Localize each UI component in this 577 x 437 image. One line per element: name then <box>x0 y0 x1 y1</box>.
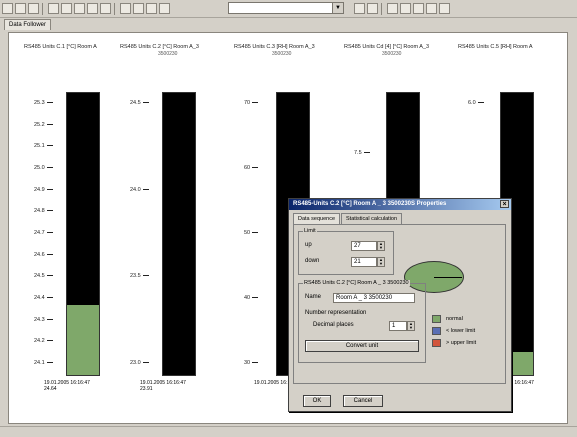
properties-dialog: RS485-Units C.2 [°C] Room A _ 3 3500230S… <box>288 198 512 412</box>
chart-icon[interactable] <box>87 3 98 14</box>
arrow-left-icon[interactable] <box>387 3 398 14</box>
column-subtitle: 3500230 <box>382 51 402 57</box>
chevron-down-icon[interactable]: ▼ <box>332 3 343 13</box>
up-label: up <box>305 242 312 248</box>
bar-fill <box>67 304 99 375</box>
convert-unit-button[interactable]: Convert unit <box>305 340 419 352</box>
tick-label: 70 <box>244 100 258 106</box>
legend-swatch <box>432 315 441 323</box>
layout-icon[interactable] <box>159 3 170 14</box>
filter-icon[interactable] <box>354 3 365 14</box>
decimal-places-label: Decimal places <box>313 322 354 328</box>
decimal-spinner[interactable]: ▲ ▼ <box>407 321 415 331</box>
name-field[interactable]: Room A _ 3 3500230 <box>333 293 415 303</box>
column-bar[interactable] <box>162 92 196 376</box>
pie-needle <box>434 277 462 278</box>
toolbar-separator <box>381 3 382 15</box>
ok-button[interactable]: OK <box>303 395 331 407</box>
tick-label: 50 <box>244 230 258 236</box>
limit-group: Limit up 27 ▲ ▼ down 21 ▲ ▼ <box>298 228 394 275</box>
tick-label: 24.5 <box>34 273 53 279</box>
tick-label: 24.4 <box>34 295 53 301</box>
tick-label: 23.0 <box>130 360 149 366</box>
binoculars-icon[interactable] <box>120 3 131 14</box>
dialog-title-bar[interactable]: RS485-Units C.2 [°C] Room A _ 3 3500230S… <box>289 199 511 210</box>
table-icon[interactable] <box>100 3 111 14</box>
window-icon[interactable] <box>146 3 157 14</box>
tick-label: 25.3 <box>34 100 53 106</box>
bar-timestamp: 24.64 <box>44 386 57 392</box>
close-icon[interactable]: × <box>500 200 509 208</box>
column-title: RS485 Units C.5 [RH] Room A <box>458 44 533 50</box>
column-title: RS485 Units Cd [4] [°C] Room A_3 <box>344 44 430 50</box>
up-field[interactable]: 27 <box>351 241 377 251</box>
bar-timestamp: 23.91 <box>140 386 153 392</box>
column-title: RS485 Units C.2 [°C] Room A_3 <box>120 44 199 50</box>
legend-label: normal <box>446 316 463 322</box>
dialog-title: RS485-Units C.2 [°C] Room A _ 3 3500230S… <box>293 201 447 207</box>
legend-swatch <box>432 327 441 335</box>
status-bar <box>0 426 577 437</box>
name-label: Name <box>305 294 322 300</box>
tick-label: 6.0 <box>468 100 484 106</box>
tick-label: 24.0 <box>130 187 149 193</box>
column-subtitle: 3500230 <box>272 51 292 57</box>
zoom-icon[interactable] <box>61 3 72 14</box>
tabbar: Data Follower <box>0 18 577 30</box>
down-label: down <box>305 258 320 264</box>
device-group-label: RS485 Units C.2 [°C] Room A _ 3 3500230 <box>303 280 410 286</box>
tick-label: 24.3 <box>34 317 53 323</box>
tick-label: 24.2 <box>34 338 53 344</box>
tick-label: 40 <box>244 295 258 301</box>
stop-icon[interactable] <box>426 3 437 14</box>
device-group: RS485 Units C.2 [°C] Room A _ 3 3500230 … <box>298 280 426 363</box>
tick-label: 24.9 <box>34 187 53 193</box>
tick-label: 7.5 <box>354 150 370 156</box>
tick-label: 25.0 <box>34 165 53 171</box>
tick-label: 30 <box>244 360 258 366</box>
refresh-icon[interactable] <box>413 3 424 14</box>
grid-icon[interactable] <box>133 3 144 14</box>
dialog-panel: Limit up 27 ▲ ▼ down 21 ▲ ▼ RS485 Units C.… <box>293 224 506 384</box>
tick-label: 25.1 <box>34 143 53 149</box>
column-bar[interactable] <box>66 92 100 376</box>
tab-data-follower[interactable]: Data Follower <box>4 19 52 30</box>
cursor-icon[interactable] <box>48 3 59 14</box>
limit-group-label: Limit <box>303 228 317 234</box>
new-icon[interactable] <box>2 3 13 14</box>
tick-label: 24.7 <box>34 230 53 236</box>
tick-label: 60 <box>244 165 258 171</box>
toolbar: ▼ <box>0 0 577 18</box>
toolbar-separator <box>114 2 115 15</box>
column-subtitle: 3500230 <box>158 51 178 57</box>
help-icon[interactable] <box>439 3 450 14</box>
tick-label: 24.5 <box>130 100 149 106</box>
tick-label: 25.2 <box>34 122 53 128</box>
tick-label: 23.5 <box>130 273 149 279</box>
number-representation-label: Number representation <box>305 310 367 316</box>
cancel-button[interactable]: Cancel <box>343 395 383 407</box>
view-select[interactable]: ▼ <box>228 2 344 14</box>
legend-label: > upper limit <box>446 340 477 346</box>
open-icon[interactable] <box>15 3 26 14</box>
legend-swatch <box>432 339 441 347</box>
toolbar-separator <box>42 2 43 15</box>
save-icon[interactable] <box>28 3 39 14</box>
tick-label: 24.8 <box>34 208 53 214</box>
down-field[interactable]: 21 <box>351 257 377 267</box>
print-icon[interactable] <box>74 3 85 14</box>
tick-label: 24.6 <box>34 252 53 258</box>
tick-label: 24.1 <box>34 360 53 366</box>
down-spinner[interactable]: ▲ ▼ <box>377 257 385 267</box>
column-title: RS485 Units C.3 [RH] Room A_3 <box>234 44 315 50</box>
settings-icon[interactable] <box>367 3 378 14</box>
up-spinner[interactable]: ▲ ▼ <box>377 241 385 251</box>
column-title: RS485 Units C.1 [°C] Room A <box>24 44 97 50</box>
decimal-places-field[interactable]: 1 <box>389 321 407 331</box>
legend-label: < lower limit <box>446 328 476 334</box>
arrow-right-icon[interactable] <box>400 3 411 14</box>
